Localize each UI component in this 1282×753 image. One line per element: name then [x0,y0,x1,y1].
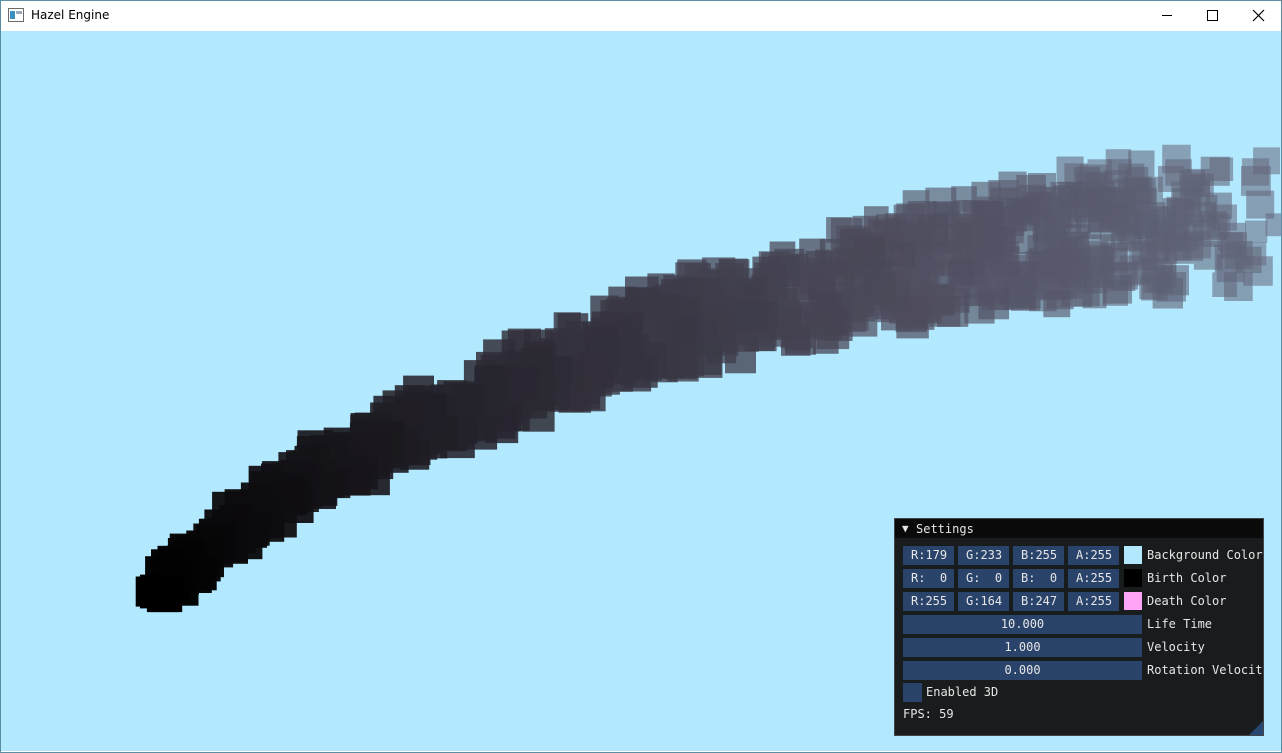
birth-color-r[interactable]: R: 0 [903,569,954,588]
minimize-button[interactable] [1144,0,1190,31]
birth-color-b[interactable]: B: 0 [1013,569,1064,588]
background-color-g[interactable]: G:233 [958,546,1009,565]
particle [1224,272,1253,301]
particle [1200,156,1230,186]
particle [1152,278,1183,309]
background-color-label: Background Color [1147,548,1263,562]
birth-color-g[interactable]: G: 0 [958,569,1009,588]
particle [614,312,643,341]
particle [1008,282,1035,309]
birth-color-swatch[interactable] [1124,569,1142,587]
particle [1100,242,1129,271]
background-color-swatch[interactable] [1124,546,1142,564]
death-color-b[interactable]: B:247 [1013,592,1064,611]
particle [150,580,183,613]
life-time-label: Life Time [1147,617,1213,631]
settings-panel[interactable]: ▼ Settings R:179 G:233 B:255 A:255 Backg… [894,518,1264,736]
velocity-label: Velocity [1147,640,1205,654]
particle [508,366,541,400]
settings-title: Settings [916,522,974,536]
app-window-icon [8,8,24,22]
death-color-r[interactable]: R:255 [903,592,954,611]
fps-counter: FPS: 59 [903,707,954,721]
close-button[interactable] [1236,0,1282,31]
title-bar[interactable]: Hazel Engine [0,0,1282,31]
particle [811,293,843,325]
particle [947,258,974,285]
minimize-icon [1162,15,1172,16]
birth-color-a[interactable]: A:255 [1068,569,1119,588]
particle [943,223,973,253]
particle [1053,185,1078,210]
particle [669,317,697,346]
particle [889,241,916,268]
enabled-3d-checkbox[interactable] [903,683,922,702]
life-time-slider[interactable]: 10.000 [903,615,1142,634]
resize-grip-icon[interactable] [1249,721,1263,735]
particle [813,328,839,354]
particle [578,352,614,388]
particle [1004,197,1030,223]
particle [896,306,929,339]
particle [1245,220,1268,243]
rotation-velocity-slider[interactable]: 0.000 [903,661,1142,680]
particle [978,288,1010,320]
maximize-button[interactable] [1190,0,1236,31]
particle [1246,190,1275,219]
rotation-velocity-label: Rotation Velocity [1147,663,1263,677]
settings-header[interactable]: ▼ Settings [895,519,1263,538]
death-color-g[interactable]: G:164 [958,592,1009,611]
background-color-b[interactable]: B:255 [1013,546,1064,565]
death-color-swatch[interactable] [1124,592,1142,610]
maximize-icon [1207,10,1218,21]
particle [1074,193,1104,223]
death-color-label: Death Color [1147,594,1227,608]
velocity-slider[interactable]: 1.000 [903,638,1142,657]
close-icon [1252,9,1265,22]
window-title: Hazel Engine [31,8,110,22]
death-color-a[interactable]: A:255 [1068,592,1119,611]
collapse-arrow-icon[interactable]: ▼ [902,522,909,535]
background-color-a[interactable]: A:255 [1068,546,1119,565]
birth-color-label: Birth Color [1147,571,1227,585]
background-color-r[interactable]: R:179 [903,546,954,565]
particle [1043,290,1071,318]
enabled-3d-label: Enabled 3D [926,685,999,699]
